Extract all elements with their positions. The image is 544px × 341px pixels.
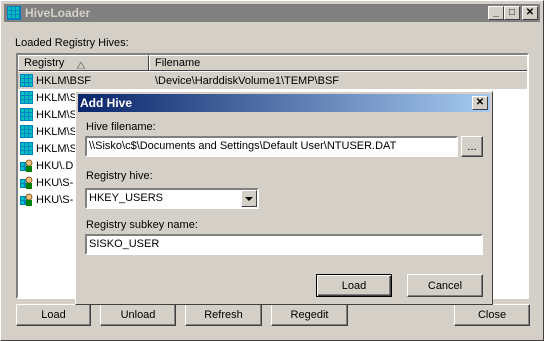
- table-row[interactable]: HKLM\BSF \Device\HarddiskVolume1\TEMP\BSF: [18, 72, 527, 89]
- maximize-icon: □: [508, 7, 516, 18]
- sort-ascending-icon: [76, 59, 86, 73]
- registry-icon: [20, 91, 33, 104]
- regedit-button[interactable]: Regedit: [271, 304, 348, 326]
- main-titlebar[interactable]: HiveLoader _ □ ✕: [4, 4, 540, 22]
- hive-filename-input[interactable]: \\Sisko\c$\Documents and Settings\Defaul…: [85, 136, 458, 157]
- window-title: HiveLoader: [25, 6, 91, 20]
- close-icon: ✕: [475, 97, 485, 108]
- hive-filename-label: Hive filename:: [86, 121, 156, 133]
- listview-header: Registry Filename: [18, 55, 527, 71]
- browse-button[interactable]: ...: [461, 136, 483, 157]
- dialog-titlebar[interactable]: Add Hive ✕: [78, 94, 490, 112]
- minimize-icon: _: [493, 7, 499, 18]
- column-registry[interactable]: Registry: [18, 55, 149, 71]
- close-icon: ✕: [525, 7, 535, 18]
- filename-cell: \Device\HarddiskVolume1\TEMP\BSF: [155, 74, 340, 87]
- close-button[interactable]: Close: [454, 304, 530, 326]
- registry-hive-select[interactable]: HKEY_USERS: [85, 188, 259, 209]
- dropdown-arrow-button[interactable]: [241, 190, 257, 207]
- maximize-button[interactable]: □: [504, 6, 520, 20]
- app-icon: [7, 6, 21, 20]
- dialog-title: Add Hive: [80, 96, 133, 110]
- user-hive-icon: [20, 176, 33, 189]
- close-window-button[interactable]: ✕: [522, 6, 538, 20]
- minimize-button[interactable]: _: [488, 6, 504, 20]
- add-hive-dialog: Add Hive ✕ Hive filename: \\Sisko\c$\Doc…: [75, 91, 493, 305]
- registry-icon: [20, 108, 33, 121]
- registry-icon: [20, 125, 33, 138]
- refresh-button[interactable]: Refresh: [185, 304, 262, 326]
- user-hive-icon: [20, 159, 33, 172]
- chevron-down-icon: [245, 196, 253, 201]
- registry-icon: [20, 142, 33, 155]
- user-hive-icon: [20, 193, 33, 206]
- registry-icon: [20, 74, 33, 87]
- column-filename[interactable]: Filename: [149, 55, 527, 71]
- unload-button[interactable]: Unload: [100, 304, 176, 326]
- registry-cell: HKLM\BSF: [36, 74, 92, 87]
- load-button[interactable]: Load: [16, 304, 91, 326]
- subkey-name-input[interactable]: SISKO_USER: [85, 234, 483, 255]
- dialog-close-button[interactable]: ✕: [472, 96, 488, 110]
- loaded-hives-label: Loaded Registry Hives:: [15, 37, 129, 49]
- subkey-name-label: Registry subkey name:: [86, 219, 198, 231]
- registry-hive-label: Registry hive:: [86, 170, 153, 182]
- dialog-load-button[interactable]: Load: [316, 274, 392, 297]
- dialog-cancel-button[interactable]: Cancel: [407, 274, 483, 297]
